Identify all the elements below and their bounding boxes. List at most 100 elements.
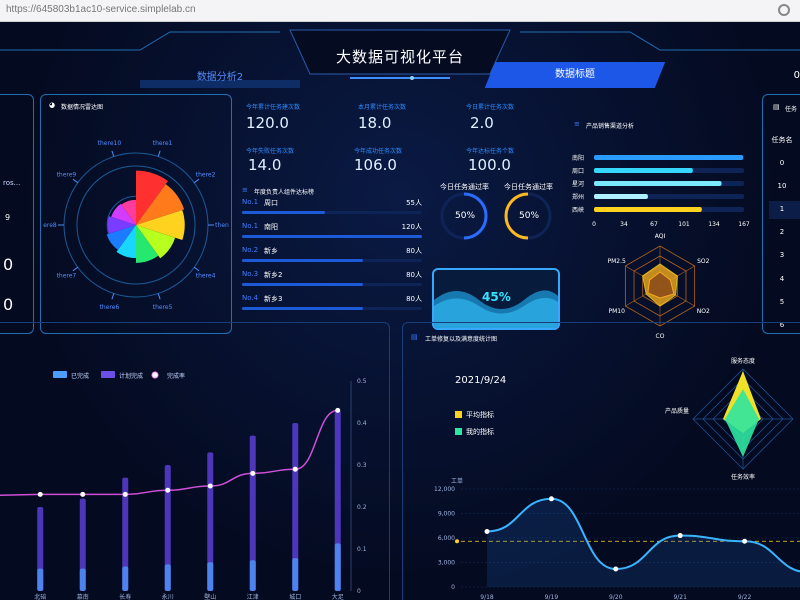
bar-completed <box>37 568 44 591</box>
product-panel-title: 产品销售渠道分析 <box>586 123 635 130</box>
sales-category-label: 南阳 <box>572 154 584 162</box>
chart-icon: ▤ <box>773 103 780 111</box>
completion-rate-point <box>80 491 86 497</box>
ranking-row: No.1 南阳 120人 <box>242 222 422 246</box>
y-tick-label: 0.5 <box>357 378 367 385</box>
y-tick-label: 0.1 <box>357 546 367 553</box>
radar-label: 服务态度 <box>731 357 755 365</box>
bar-completed <box>79 568 86 591</box>
rose-label: there1 <box>153 140 173 147</box>
header: 大数据可视化平台 数据分析2 数据标题 0 <box>0 22 800 92</box>
legend-swatch-average <box>455 411 462 418</box>
workorder-point <box>484 528 490 534</box>
rank-name: 周口 <box>264 199 278 207</box>
sales-category-label: 星河 <box>572 180 584 188</box>
workorder-point <box>613 566 619 572</box>
y-tick-label: 0.2 <box>357 504 367 511</box>
rank-name: 南阳 <box>264 223 278 231</box>
rank-value: 80人 <box>406 271 422 279</box>
rose-tick <box>157 150 161 157</box>
x-category-label: 9/21 <box>673 594 687 600</box>
legend-label: 完成率 <box>167 372 185 380</box>
completion-rate-point <box>250 470 256 476</box>
rose-label: there4 <box>196 273 216 280</box>
legend-swatch <box>53 371 67 378</box>
ranking-row: No.2 新乡 80人 <box>242 246 422 270</box>
sales-bar-chart: 南阳周口星河郑州西峡 0 34 67 101 134 167 <box>572 154 750 228</box>
right-table-cell: 3 <box>779 251 785 259</box>
sales-bar <box>594 207 702 212</box>
rose-tick <box>72 178 79 184</box>
sales-x-tick: 134 <box>708 221 720 228</box>
right-table-cell: 5 <box>779 298 785 306</box>
x-category-label: 9/22 <box>738 594 752 600</box>
bar-line-panel: 已完成 计划完成 完成率 0 0.1 0.2 0.3 0.4 0.5 北碚 慕南 长寿 永川 壁山 江津 城口… <box>0 322 390 600</box>
list-icon: ≡ <box>242 186 248 194</box>
rank-no: No.3 <box>242 270 259 278</box>
rank-bar <box>242 259 363 262</box>
stat-value-3: 2.0 <box>470 114 494 132</box>
bar-completed <box>164 564 171 591</box>
gauge-value-1: 50% <box>455 211 476 221</box>
stat-value-6: 100.0 <box>468 156 511 174</box>
y-tick-label: 6,000 <box>438 535 455 542</box>
legend-swatch <box>151 371 159 379</box>
tab-data-title-label: 数据标题 <box>555 69 595 80</box>
stat-label-5: 今年成功任务次数 <box>354 148 403 155</box>
completion-rate-point <box>165 487 171 493</box>
rank-name: 新乡2 <box>264 271 283 279</box>
browser-address-bar[interactable]: https://645803b1ac10-service.simplelab.c… <box>0 0 800 22</box>
rose-label: then <box>215 222 229 229</box>
url-text: https://645803b1ac10-service.simplelab.c… <box>6 4 196 15</box>
gauge-value-2: 50% <box>519 211 540 221</box>
dashboard: 大数据可视化平台 数据分析2 数据标题 0 ros... 9 0 0 ◕ 数据情… <box>0 22 800 600</box>
tab-data-analysis-2[interactable]: 数据分析2 <box>150 68 290 83</box>
bar-line-chart: 已完成 计划完成 完成率 0 0.1 0.2 0.3 0.4 0.5 北碚 慕南 长寿 永川 壁山 江津 城口… <box>0 371 367 600</box>
rose-label: there6 <box>100 304 120 311</box>
satisfaction-date: 2021/9/24 <box>455 375 507 386</box>
stat-value-4: 14.0 <box>248 156 282 174</box>
x-category-label: 大足 <box>332 593 344 600</box>
right-table-header: 任务名 <box>771 136 793 144</box>
x-category-label: 江津 <box>247 594 259 600</box>
workorder-point <box>742 538 748 544</box>
rank-no: No.4 <box>242 294 259 302</box>
y-tick-label: 0 <box>357 588 361 595</box>
left-strip-panel: ros... 9 0 0 <box>0 94 34 334</box>
right-table-cell: 1 <box>779 205 785 213</box>
left-strip-text-4: 0 <box>3 295 14 314</box>
rank-name: 新乡 <box>264 247 278 255</box>
extension-icon[interactable] <box>778 4 790 16</box>
rank-name: 新乡3 <box>264 295 283 303</box>
gauges <box>440 192 552 240</box>
completion-rate-point <box>335 407 341 413</box>
sales-bar <box>594 181 722 186</box>
radar-label: 产品质量 <box>665 407 689 415</box>
tab-data-title[interactable]: 数据标题 <box>484 62 666 88</box>
sales-bar <box>594 155 744 160</box>
workorder-point <box>677 533 683 539</box>
rose-tick <box>72 266 79 272</box>
rank-no: No.2 <box>242 246 259 254</box>
y-tick-label: 0.4 <box>357 420 367 427</box>
stat-value-1: 120.0 <box>246 114 289 132</box>
rank-value: 80人 <box>406 247 422 255</box>
rank-value: 80人 <box>406 295 422 303</box>
aqi-label: NO2 <box>697 308 710 315</box>
wave-box: 45% <box>432 268 560 330</box>
ranking-row: No.1 周口 55人 <box>242 198 422 222</box>
rank-bar <box>242 235 422 238</box>
stat-label-1: 今年累计任务建次数 <box>246 104 301 111</box>
x-category-label: 长寿 <box>119 593 131 600</box>
bar-completed <box>292 558 299 591</box>
ranking-row: No.3 新乡2 80人 <box>242 270 422 294</box>
rose-label: there10 <box>98 140 122 147</box>
rank-value: 120人 <box>401 223 422 231</box>
right-table-cell: 4 <box>779 275 785 283</box>
average-marker <box>455 539 459 544</box>
ranking-row: No.4 新乡3 80人 <box>242 294 422 318</box>
stat-label-4: 今年失败任务次数 <box>246 148 295 155</box>
rose-label: there9 <box>57 171 77 178</box>
rose-tick <box>193 266 200 272</box>
ranking-title: 年度负责人组件达标榜 <box>254 189 315 196</box>
